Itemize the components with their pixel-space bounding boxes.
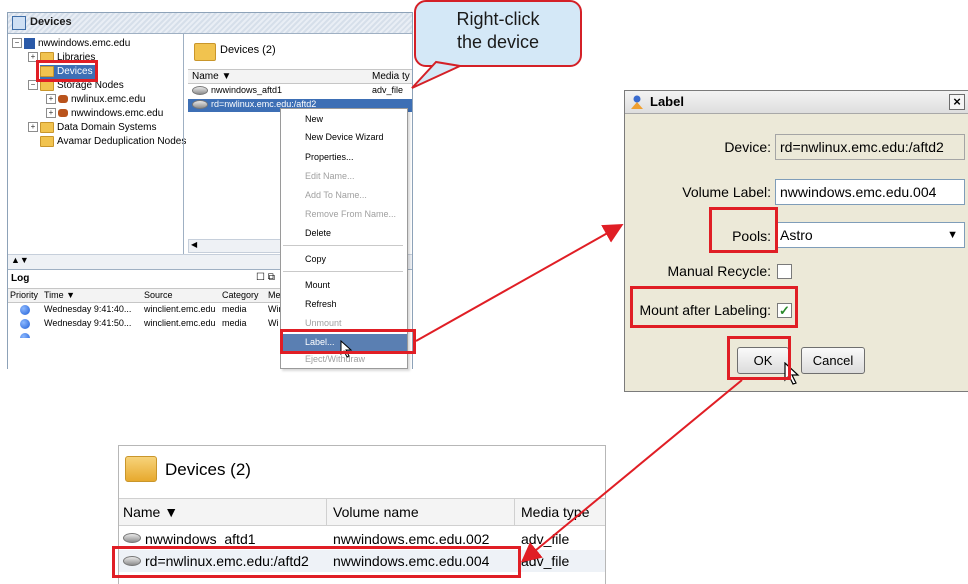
callout-tail: [411, 60, 464, 89]
arrow-to-dialog: [415, 224, 624, 342]
annotation-arrows: [411, 60, 743, 563]
arrow-to-result: [520, 379, 743, 563]
